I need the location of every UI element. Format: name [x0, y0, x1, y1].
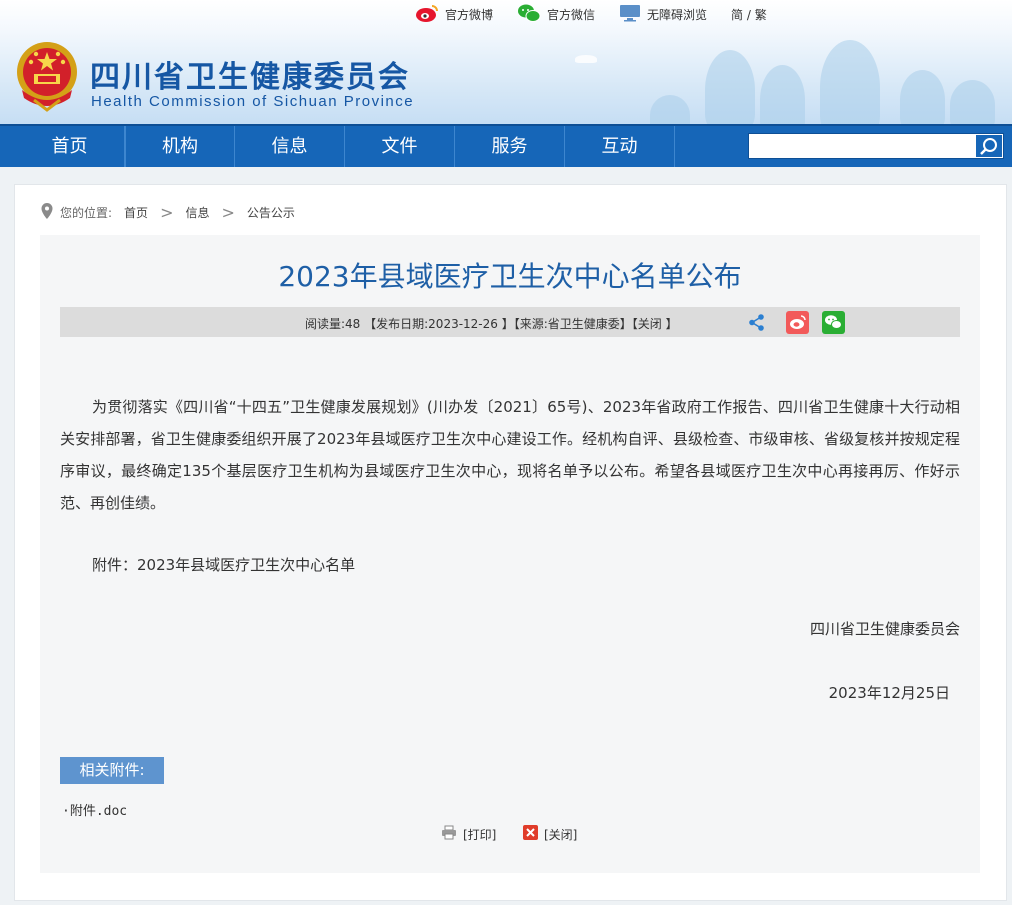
attachment-file-link[interactable]: ·附件.doc	[62, 800, 127, 819]
article-body: 为贯彻落实《四川省“十四五”卫生健康发展规划》(川办发〔2021〕65号)、20…	[60, 391, 960, 519]
share-icon[interactable]	[745, 311, 768, 334]
breadcrumb-separator-icon: >	[221, 203, 235, 222]
search-input[interactable]	[749, 134, 973, 158]
share-weibo-icon[interactable]	[786, 311, 809, 334]
breadcrumb: 您的位置: 首页 > 信息 > 公告公示	[40, 202, 295, 223]
national-emblem-icon	[14, 40, 80, 112]
printer-icon	[441, 825, 457, 843]
official-wechat-label: 官方微信	[547, 8, 596, 22]
nav-item-services[interactable]: 服务	[455, 126, 565, 167]
location-pin-icon	[40, 202, 54, 223]
site-header: 官方微博 官方微信 无障碍浏览 简 / 繁 四川省卫生健康委员会 Health …	[0, 0, 1012, 124]
nav-item-interaction[interactable]: 互动	[565, 126, 675, 167]
attachment-line: 附件：2023年县域医疗卫生次中心名单	[92, 556, 356, 574]
search-icon	[980, 138, 997, 155]
article-meta-bar: 阅读量:48 【发布日期:2023-12-26 】【来源:省卫生健康委】【关闭 …	[60, 307, 960, 337]
nav-item-information[interactable]: 信息	[235, 126, 345, 167]
wechat-icon	[517, 3, 541, 26]
nav-item-documents[interactable]: 文件	[345, 126, 455, 167]
article-meta: 阅读量:48 【发布日期:2023-12-26 】【来源:省卫生健康委】【关闭 …	[305, 317, 678, 331]
close-action[interactable]: [关闭]	[523, 825, 577, 843]
breadcrumb-home[interactable]: 首页	[124, 204, 148, 221]
language-toggle-label: 简 / 繁	[731, 8, 767, 22]
nav-item-home[interactable]: 首页	[15, 126, 125, 167]
share-wechat-icon[interactable]	[822, 311, 845, 334]
breadcrumb-information[interactable]: 信息	[185, 204, 209, 221]
breadcrumb-separator-icon: >	[160, 203, 174, 222]
breadcrumb-prefix: 您的位置:	[60, 206, 113, 220]
print-action[interactable]: [打印]	[441, 825, 496, 843]
breadcrumb-announcements[interactable]: 公告公示	[247, 204, 295, 221]
nav-item-organization[interactable]: 机构	[125, 126, 235, 167]
accessibility-label: 无障碍浏览	[647, 8, 708, 22]
related-attachments-header: 相关附件:	[60, 757, 164, 784]
official-weibo-label: 官方微博	[445, 8, 494, 22]
search-button[interactable]	[976, 135, 1002, 157]
official-weibo-link[interactable]: 官方微博	[415, 3, 493, 26]
monitor-icon	[619, 4, 641, 25]
article-title: 2023年县域医疗卫生次中心名单公布	[278, 260, 742, 293]
close-icon	[523, 825, 538, 843]
article-date: 2023年12月25日	[828, 684, 950, 702]
article-signature: 四川省卫生健康委员会	[809, 620, 960, 638]
print-label: [打印]	[463, 827, 497, 842]
weibo-icon	[415, 3, 439, 26]
site-title-english: Health Commission of Sichuan Province	[91, 93, 415, 110]
official-wechat-link[interactable]: 官方微信	[517, 3, 595, 26]
site-title: 四川省卫生健康委员会	[90, 60, 410, 95]
language-toggle-link[interactable]: 简 / 繁	[731, 6, 767, 23]
close-label: [关闭]	[544, 827, 578, 842]
search-box	[748, 133, 1004, 159]
article-paragraph: 为贯彻落实《四川省“十四五”卫生健康发展规划》(川办发〔2021〕65号)、20…	[60, 398, 960, 512]
accessibility-link[interactable]: 无障碍浏览	[619, 4, 707, 25]
top-links: 官方微博 官方微信 无障碍浏览 简 / 繁	[415, 3, 791, 26]
